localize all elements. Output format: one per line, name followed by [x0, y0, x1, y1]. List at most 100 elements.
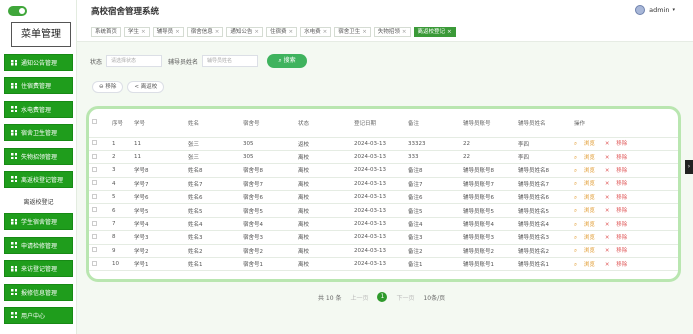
table-cell: 宿舍号3 — [240, 230, 295, 245]
search-button[interactable]: ⌕ 搜索 — [267, 54, 308, 68]
user-menu[interactable]: admin ▾ — [635, 5, 675, 15]
sidebar-item[interactable]: 通知公告管理 — [4, 54, 73, 71]
delete-button[interactable]: ✕ 移除 — [605, 155, 632, 161]
tab-tag[interactable]: 离返校登记 × — [413, 27, 456, 37]
table-cell: 5 — [109, 190, 131, 205]
tab-tag[interactable]: 系统首页 — [91, 27, 122, 37]
view-button-label: 浏览 — [583, 208, 595, 215]
view-button[interactable]: ⌕ 浏览 — [574, 235, 600, 241]
delete-button[interactable]: ✕ 移除 — [605, 235, 632, 241]
sidebar-item[interactable]: 住宿费管理 — [4, 77, 73, 95]
close-icon[interactable]: × — [289, 29, 294, 35]
close-icon: ✕ — [604, 208, 612, 215]
view-button[interactable]: ⌕ 浏览 — [574, 248, 600, 254]
delete-button[interactable]: ✕ 移除 — [605, 208, 632, 214]
return-button[interactable]: < 离返校 — [127, 81, 165, 93]
view-button[interactable]: ⌕ 浏览 — [574, 155, 600, 161]
view-button[interactable]: ⌕ 浏览 — [574, 141, 600, 147]
delete-button-label: 移除 — [616, 208, 628, 215]
close-icon[interactable]: × — [175, 29, 180, 35]
row-checkbox[interactable] — [92, 140, 97, 146]
delete-button[interactable]: ✕ 移除 — [605, 262, 632, 268]
sidebar-toggle[interactable] — [8, 6, 27, 16]
sidebar-item-label: 用户中心 — [21, 312, 46, 320]
sidebar-item[interactable]: 水电费管理 — [4, 100, 73, 118]
table-cell: 姓名2 — [185, 244, 240, 259]
row-checkbox[interactable] — [92, 260, 97, 266]
row-checkbox[interactable] — [92, 180, 97, 186]
view-button[interactable]: ⌕ 浏览 — [574, 195, 600, 201]
row-checkbox-cell — [89, 150, 109, 165]
sidebar-item[interactable]: 来访登记管理 — [4, 260, 73, 278]
row-checkbox-cell — [89, 137, 109, 151]
close-icon[interactable]: × — [402, 29, 407, 35]
delete-button[interactable]: ✕ 移除 — [605, 181, 632, 187]
prev-page-button[interactable]: 上一页 — [350, 293, 368, 302]
sidebar-item-label: 来访登记管理 — [21, 266, 58, 274]
row-checkbox[interactable] — [92, 207, 97, 213]
tab-tag[interactable]: 宿舍卫生 × — [334, 27, 371, 37]
close-icon[interactable]: × — [362, 29, 367, 35]
status-select[interactable]: 请选择状态 — [106, 55, 163, 67]
row-checkbox-cell — [89, 244, 109, 259]
grid-icon — [11, 106, 17, 113]
table-cell: 学号6 — [131, 190, 185, 205]
row-checkbox[interactable] — [92, 153, 97, 159]
row-checkbox[interactable] — [92, 233, 97, 239]
close-icon[interactable]: × — [323, 29, 328, 35]
search-icon: ⌕ — [574, 234, 579, 241]
row-checkbox[interactable] — [92, 220, 97, 226]
remove-button[interactable]: ⊖ 移除 — [92, 81, 124, 93]
tab-tag[interactable]: 水电费 × — [300, 27, 332, 37]
close-icon[interactable]: × — [215, 29, 220, 35]
row-checkbox[interactable] — [92, 166, 97, 172]
tab-tag[interactable]: 住宿费 × — [266, 27, 298, 37]
sidebar-item[interactable]: 离返校登记管理 — [4, 170, 73, 188]
tags-bar: 系统首页 学生 × 辅导员 × 宿舍信息 × 通知公告 × 住宿费 × 水电费 × 宿舍卫生 × 失物招领 × 离… — [77, 22, 693, 42]
table-cell: 7 — [109, 217, 131, 232]
sidebar-item[interactable]: 申请检修管理 — [4, 236, 73, 254]
close-icon[interactable]: × — [141, 29, 146, 35]
delete-button[interactable]: ✕ 移除 — [605, 248, 632, 254]
select-all-checkbox[interactable] — [92, 119, 97, 125]
tab-tag[interactable]: 通知公告 × — [226, 27, 264, 37]
tab-tag[interactable]: 学生 × — [124, 27, 150, 37]
sidebar-item[interactable]: 用户中心 — [4, 306, 73, 324]
sidebar-item[interactable]: 宿舍卫生管理 — [4, 124, 73, 142]
delete-button[interactable]: ✕ 移除 — [605, 141, 632, 147]
sidebar-item[interactable]: 失物招领管理 — [4, 147, 73, 165]
close-icon[interactable]: × — [254, 29, 259, 35]
chevron-right-icon[interactable]: › — [685, 160, 693, 174]
view-button[interactable]: ⌕ 浏览 — [574, 222, 600, 228]
counselor-name-input[interactable]: 辅导员姓名 — [202, 55, 259, 67]
table-cell: 学号4 — [131, 217, 185, 232]
grid-icon — [11, 153, 17, 160]
current-page[interactable]: 1 — [377, 292, 388, 302]
table-cell: 备注1 — [405, 257, 460, 272]
row-actions: ⌕ 浏览 ✕ 移除 — [571, 217, 678, 232]
next-page-button[interactable]: 下一页 — [396, 293, 414, 302]
tag-list: 系统首页 学生 × 辅导员 × 宿舍信息 × 通知公告 × 住宿费 × 水电费 × 宿舍卫生 × 失物招领 × 离… — [91, 27, 456, 37]
view-button[interactable]: ⌕ 浏览 — [574, 262, 600, 268]
column-header: 序号 — [109, 109, 131, 138]
sidebar-item[interactable]: 报修信息管理 — [4, 283, 73, 301]
table-cell: 学号7 — [131, 177, 185, 192]
row-checkbox[interactable] — [92, 193, 97, 199]
sidebar-item[interactable]: 学生宿舍管理 — [4, 213, 73, 231]
tab-tag[interactable]: 宿舍信息 × — [186, 27, 224, 37]
user-name: admin — [649, 6, 670, 14]
view-button[interactable]: ⌕ 浏览 — [574, 168, 600, 174]
view-button[interactable]: ⌕ 浏览 — [574, 181, 600, 187]
row-checkbox[interactable] — [92, 247, 97, 253]
delete-button[interactable]: ✕ 移除 — [605, 168, 632, 174]
view-button[interactable]: ⌕ 浏览 — [574, 208, 600, 214]
sidebar-subitem[interactable]: 离返校登记 — [4, 194, 73, 209]
delete-button[interactable]: ✕ 移除 — [605, 195, 632, 201]
delete-button[interactable]: ✕ 移除 — [605, 222, 632, 228]
tab-tag[interactable]: 辅导员 × — [152, 27, 184, 37]
grid-icon — [11, 312, 17, 319]
page-size-select[interactable]: 10条/页 — [423, 293, 445, 302]
close-icon[interactable]: × — [447, 29, 452, 35]
column-header: 状态 — [295, 109, 351, 138]
tab-tag[interactable]: 失物招领 × — [373, 27, 411, 37]
